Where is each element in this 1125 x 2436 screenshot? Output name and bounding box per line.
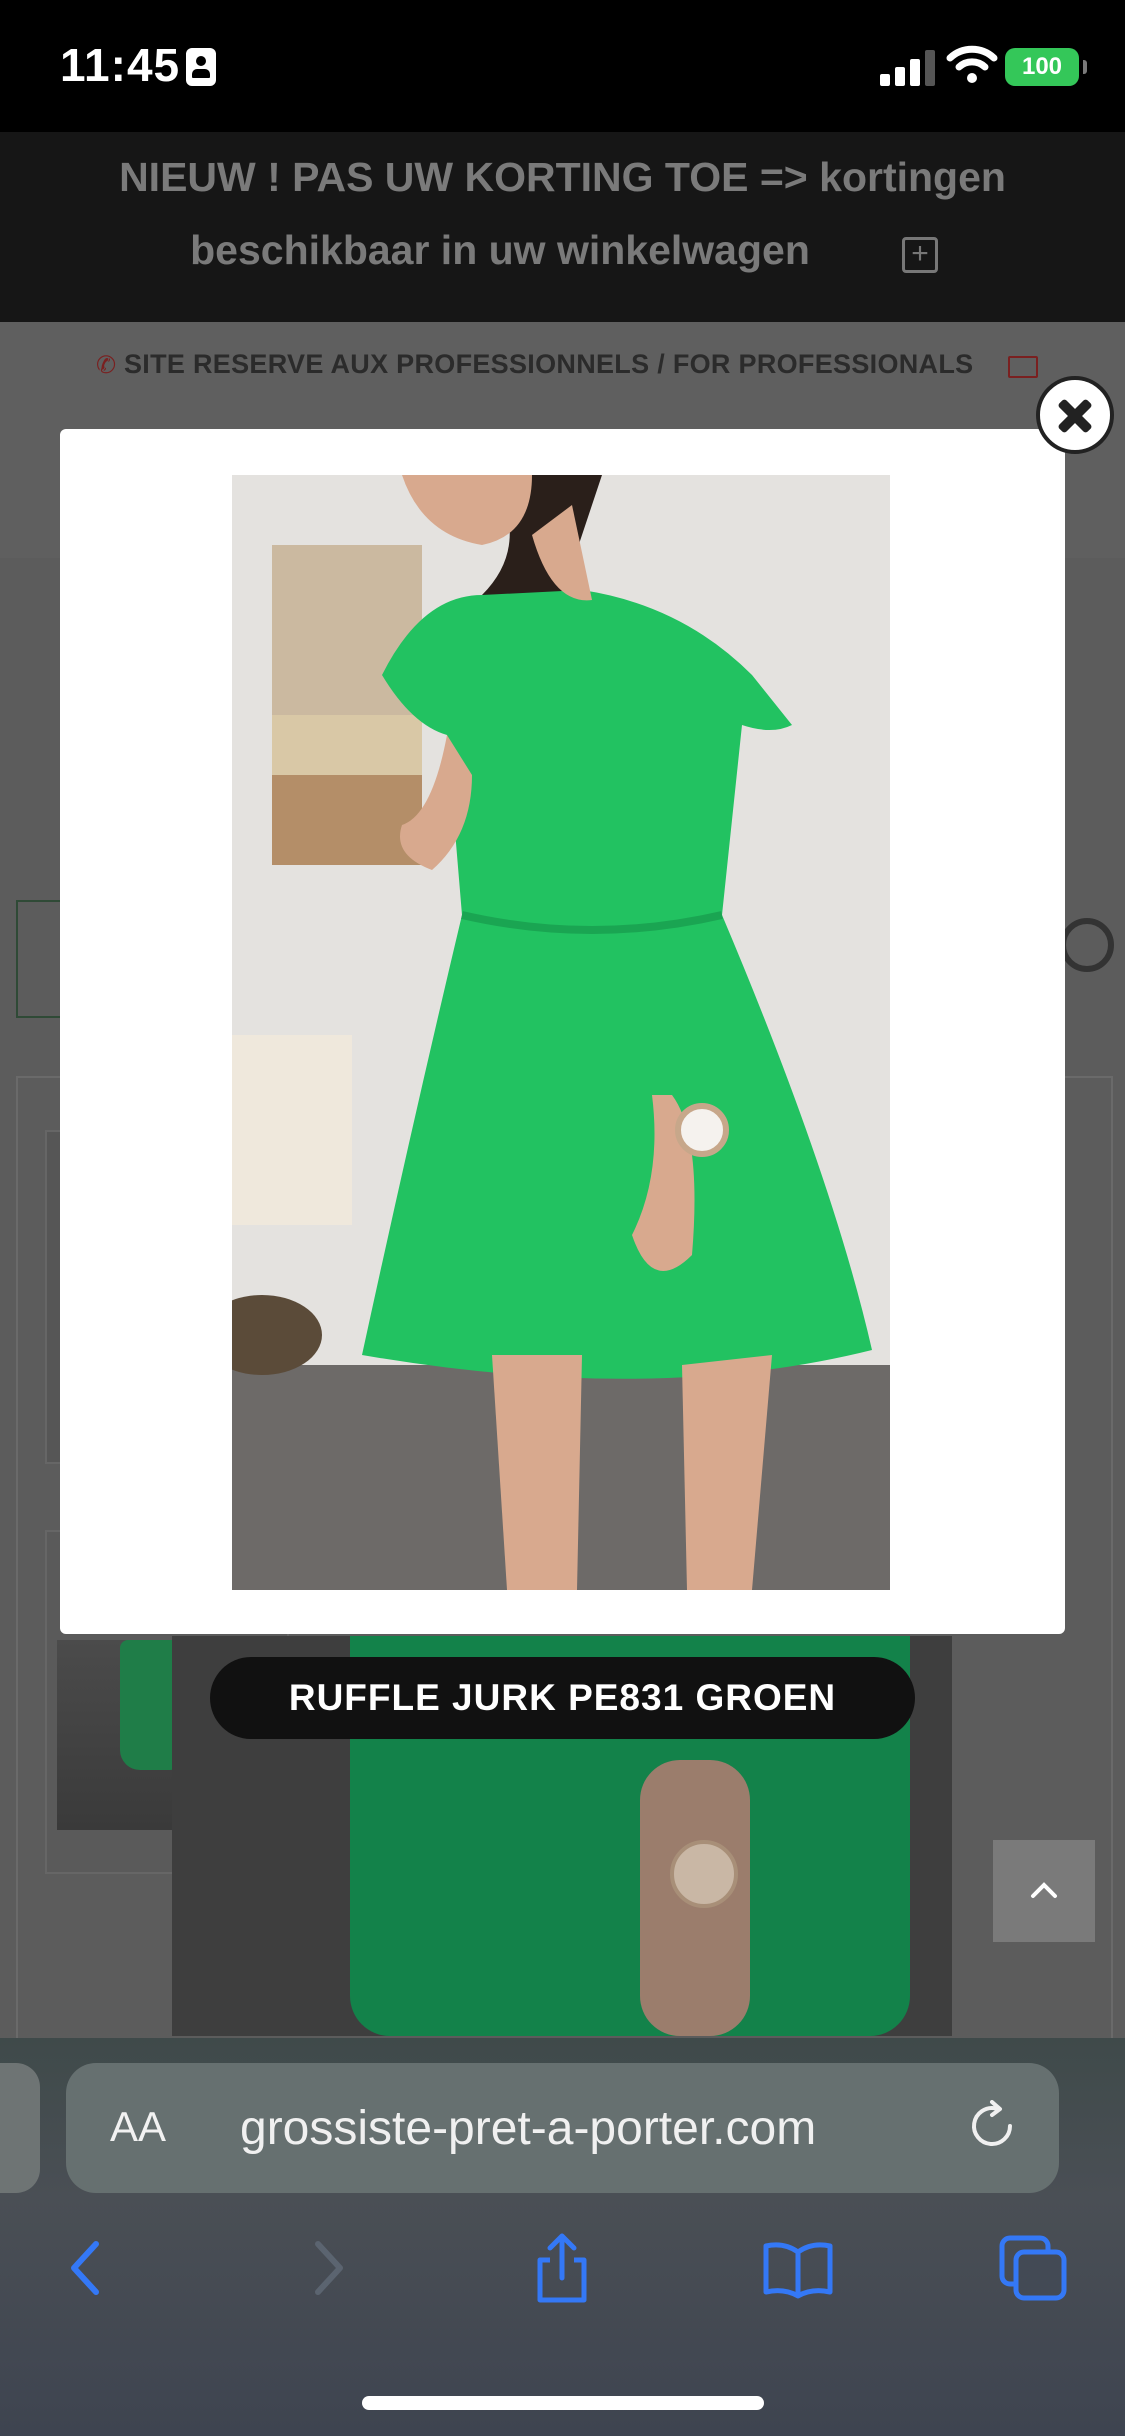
contact-card-icon — [186, 48, 216, 86]
professional-notice: SITE RESERVE AUX PROFESSIONNELS / FOR PR… — [124, 349, 974, 379]
product-photo-illustration — [232, 475, 890, 1590]
close-icon[interactable] — [1036, 376, 1114, 454]
signal-icon — [880, 50, 935, 86]
reload-icon[interactable] — [966, 2100, 1018, 2152]
search-icon[interactable] — [1060, 918, 1114, 972]
status-bar: 11:45 100 — [0, 0, 1125, 132]
back-icon[interactable] — [52, 2232, 124, 2304]
expand-banner-icon[interactable]: + — [902, 237, 938, 273]
promo-banner-line2: beschikbaar in uw winkelwagen — [190, 227, 810, 273]
text-size-label: AA — [110, 2103, 167, 2150]
product-photo — [232, 475, 890, 1590]
status-time: 11:45 — [60, 39, 181, 91]
wifi-icon — [946, 45, 998, 83]
product-caption: RUFFLE JURK PE831 GROEN — [210, 1657, 915, 1739]
battery-icon: 100 — [1005, 48, 1087, 86]
mail-icon[interactable] — [1008, 356, 1038, 378]
share-icon[interactable] — [526, 2232, 598, 2304]
tabs-icon[interactable] — [998, 2232, 1070, 2304]
scroll-to-top-button[interactable] — [993, 1840, 1095, 1942]
phone-icon: ✆ — [96, 352, 117, 379]
url-text[interactable]: grossiste-pret-a-porter.com — [240, 2101, 816, 2156]
main-product-watch — [670, 1840, 738, 1908]
forward-icon[interactable] — [292, 2232, 364, 2304]
promo-banner: NIEUW ! PAS UW KORTING TOE => kortingen … — [0, 132, 1125, 322]
promo-banner-line1: NIEUW ! PAS UW KORTING TOE => kortingen — [119, 154, 1006, 200]
bookmarks-icon[interactable] — [762, 2232, 834, 2304]
text-size-button[interactable]: AA — [110, 2103, 166, 2151]
chevron-up-icon — [1031, 1882, 1057, 1898]
previous-tab-peek[interactable] — [0, 2063, 40, 2193]
home-indicator — [362, 2396, 764, 2410]
